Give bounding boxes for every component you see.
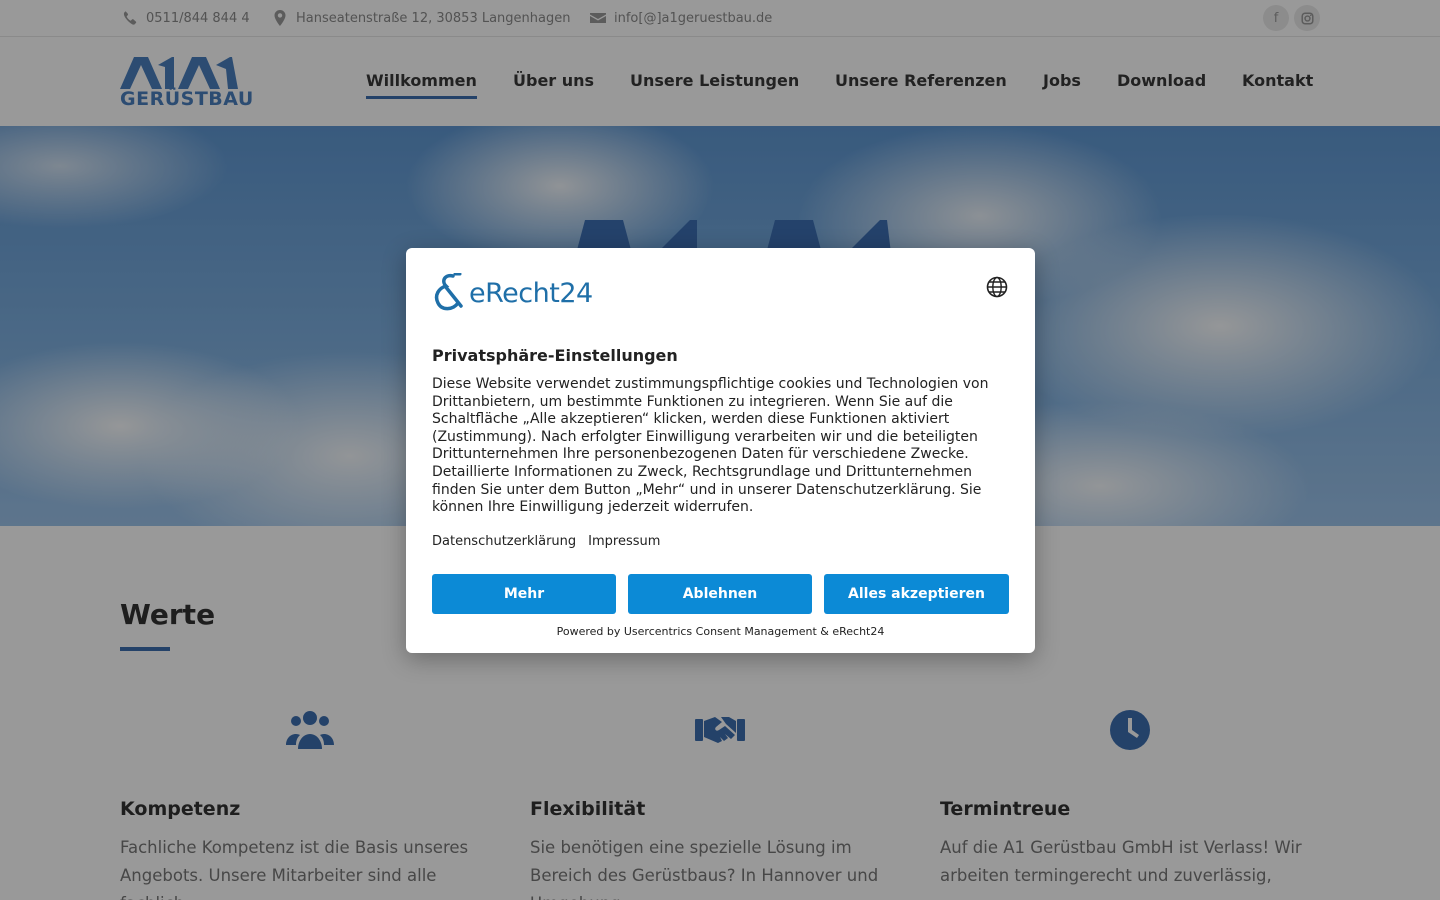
more-button[interactable]: Mehr xyxy=(432,574,616,614)
erecht24-wordmark: eRecht24 xyxy=(469,277,593,309)
consent-body: Diese Website verwendet zustimmungspflic… xyxy=(432,376,989,516)
erecht24-mark xyxy=(434,273,463,311)
privacy-policy-link[interactable]: Datenschutzerklärung xyxy=(432,534,576,549)
decline-button[interactable]: Ablehnen xyxy=(628,574,812,614)
consent-dialog: eRecht24 Privatsphäre-Einstellungen Dies… xyxy=(406,248,1035,653)
consent-links: Datenschutzerklärung Impressum xyxy=(432,534,660,549)
globe-glyph xyxy=(986,276,1008,298)
powered-by-text: Powered by Usercentrics Consent Manageme… xyxy=(556,625,885,638)
erecht24-logo: eRecht24 xyxy=(431,273,593,313)
imprint-link[interactable]: Impressum xyxy=(588,534,660,549)
globe-icon[interactable] xyxy=(986,276,1008,298)
consent-title: Privatsphäre-Einstellungen xyxy=(432,346,678,365)
accept-all-button[interactable]: Alles akzeptieren xyxy=(824,574,1009,614)
